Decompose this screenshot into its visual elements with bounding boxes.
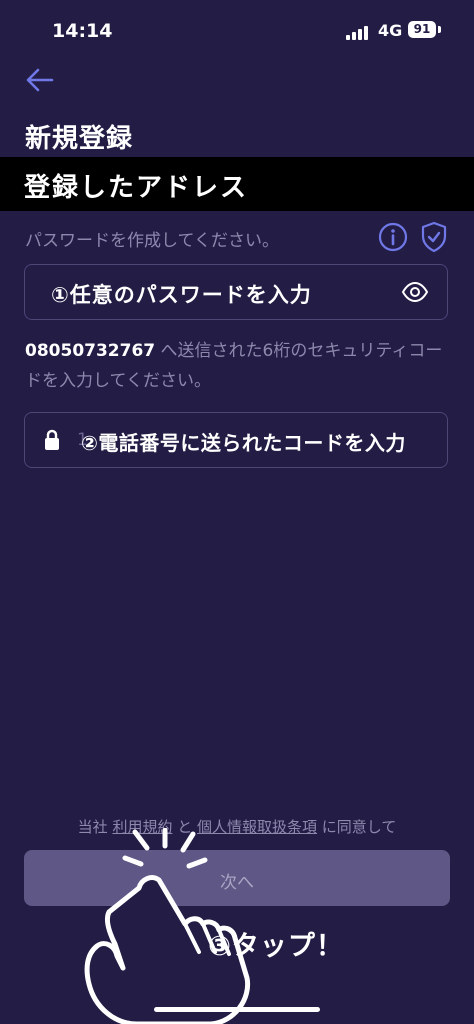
overlay-banner: 登録したアドレス — [0, 157, 474, 211]
home-indicator — [154, 1007, 320, 1012]
security-code-field[interactable]: 1 ②電話番号に送られたコードを入力 — [24, 412, 448, 468]
step1-overlay-label: ①任意のパスワードを入力 — [51, 283, 312, 307]
back-button[interactable] — [24, 64, 56, 96]
phone-number: 08050732767 — [25, 341, 156, 361]
step3-overlay-label: ③タップ！ — [208, 931, 344, 962]
shield-check-icon[interactable] — [420, 221, 448, 253]
lock-icon — [45, 429, 59, 450]
status-time: 14:14 — [52, 20, 113, 42]
eye-icon[interactable] — [401, 280, 429, 304]
battery-tip — [438, 26, 441, 33]
password-instruction: パスワードを作成してください。 — [25, 231, 279, 251]
consent-suffix: に同意して — [317, 818, 397, 836]
overlay-banner-text: 登録したアドレス — [24, 173, 249, 203]
status-bar: 14:14 4G 91 — [0, 0, 474, 60]
step2-overlay-label: ②電話番号に送られたコードを入力 — [81, 431, 406, 455]
password-field[interactable]: ①任意のパスワードを入力 — [24, 264, 448, 320]
sms-instruction: 08050732767 へ送信された6桁のセキュリティコードを入力してください。 — [25, 336, 455, 396]
info-icon[interactable] — [378, 222, 408, 252]
battery-icon: 91 — [408, 21, 436, 38]
page-title: 新規登録 — [25, 124, 134, 154]
arrow-left-icon — [26, 68, 54, 92]
signal-icon — [346, 24, 372, 40]
network-label: 4G — [378, 21, 403, 40]
